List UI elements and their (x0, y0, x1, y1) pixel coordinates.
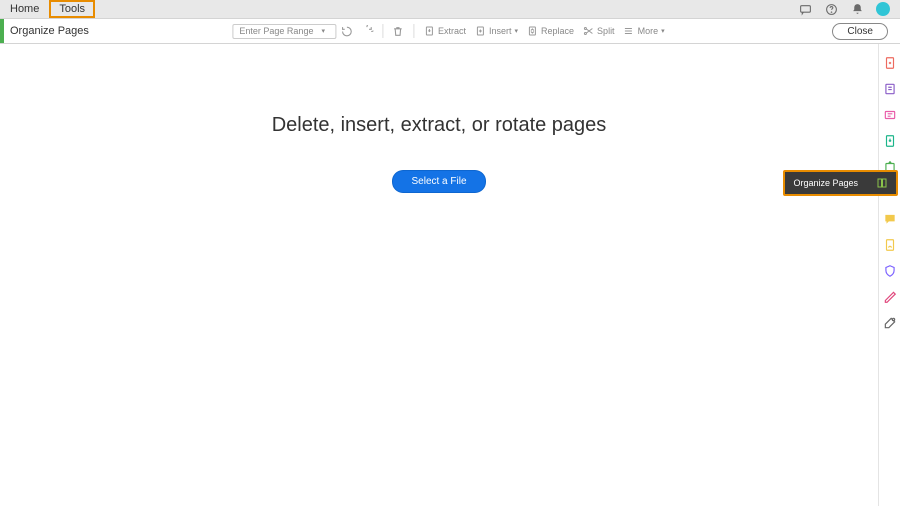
main-pane: Delete, insert, extract, or rotate pages… (0, 44, 878, 506)
organize-pages-icon (876, 177, 888, 189)
create-pdf-icon[interactable] (883, 56, 897, 70)
split-button[interactable]: Split (579, 25, 618, 37)
close-button[interactable]: Close (832, 23, 888, 40)
right-tool-rail (878, 44, 900, 506)
list-icon (623, 25, 635, 37)
combine-icon[interactable] (883, 134, 897, 148)
more-button[interactable]: More ▾ (620, 25, 668, 37)
separator (382, 24, 383, 38)
menubar-right (798, 2, 900, 16)
scissors-icon (582, 25, 594, 37)
organize-pages-tooltip[interactable]: Organize Pages (783, 170, 898, 196)
page-range-placeholder: Enter Page Range (239, 26, 313, 36)
toolbar-title: Organize Pages (4, 25, 89, 37)
chevron-down-icon: ▾ (321, 27, 325, 35)
split-label: Split (597, 26, 615, 36)
replace-button[interactable]: Replace (523, 25, 577, 37)
page-headline: Delete, insert, extract, or rotate pages (272, 114, 607, 137)
more-label: More (638, 26, 659, 36)
bell-icon[interactable] (850, 2, 864, 16)
toolbar-right: Close (832, 23, 900, 40)
rotate-left-icon[interactable] (340, 24, 354, 38)
replace-icon (526, 25, 538, 37)
toolbar-left: Organize Pages (0, 19, 89, 43)
trash-icon[interactable] (391, 24, 405, 38)
insert-icon (474, 25, 486, 37)
protect-icon[interactable] (883, 264, 897, 278)
organize-toolbar: Organize Pages Enter Page Range ▾ Extrac… (0, 19, 900, 44)
chat-icon[interactable] (798, 2, 812, 16)
replace-label: Replace (541, 26, 574, 36)
insert-label: Insert (489, 26, 512, 36)
menu-tools[interactable]: Tools (49, 0, 95, 18)
content-area: Delete, insert, extract, or rotate pages… (0, 44, 900, 506)
organize-pages-label: Organize Pages (793, 178, 858, 188)
chevron-down-icon: ▾ (661, 27, 665, 35)
menu-home[interactable]: Home (0, 0, 49, 18)
extract-label: Extract (438, 26, 466, 36)
insert-button[interactable]: Insert ▾ (471, 25, 521, 37)
extract-button[interactable]: Extract (420, 25, 469, 37)
redact-icon[interactable] (883, 290, 897, 304)
extract-icon (423, 25, 435, 37)
select-file-button[interactable]: Select a File (393, 171, 484, 192)
avatar[interactable] (876, 2, 890, 16)
top-menubar: Home Tools (0, 0, 900, 19)
page-range-input[interactable]: Enter Page Range ▾ (232, 24, 336, 39)
chevron-down-icon: ▾ (515, 27, 519, 35)
edit-pdf-icon[interactable] (883, 82, 897, 96)
rotate-right-icon[interactable] (360, 24, 374, 38)
separator (413, 24, 414, 38)
help-icon[interactable] (824, 2, 838, 16)
toolbar-center: Enter Page Range ▾ Extract Insert ▾ (232, 24, 667, 39)
more-tools-icon[interactable] (883, 316, 897, 330)
menubar-left: Home Tools (0, 0, 95, 18)
comment-icon[interactable] (883, 212, 897, 226)
fill-sign-icon[interactable] (883, 238, 897, 252)
export-pdf-icon[interactable] (883, 108, 897, 122)
